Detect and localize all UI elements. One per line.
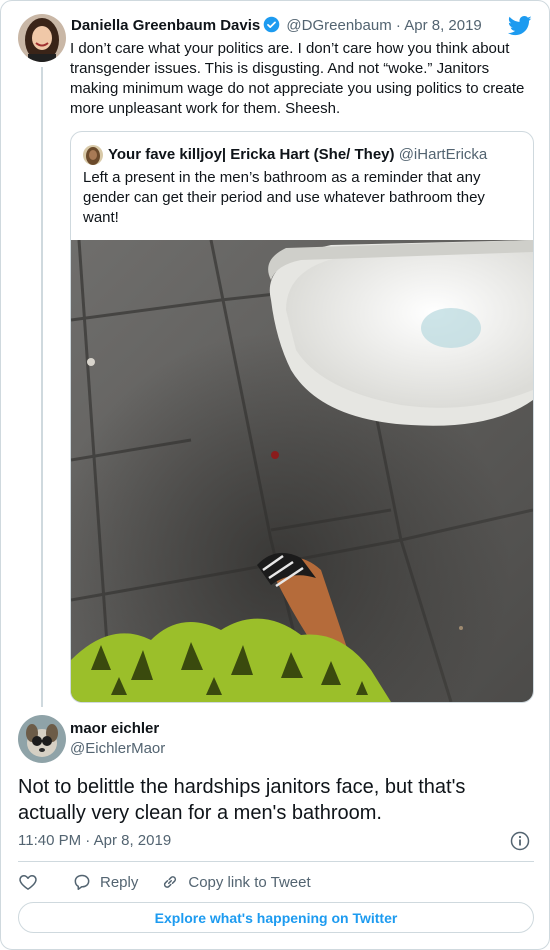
action-bar: Reply Copy link to Tweet: [18, 871, 311, 893]
explore-twitter-button[interactable]: Explore what's happening on Twitter: [18, 902, 534, 933]
link-icon: [164, 876, 177, 888]
parent-header: Daniella Greenbaum Davis @DGreenbaum · A…: [71, 16, 482, 36]
parent-author-handle[interactable]: @DGreenbaum: [286, 17, 391, 34]
parent-separator: ·: [395, 17, 401, 34]
like-button[interactable]: [18, 872, 38, 892]
reply-time: 11:40 PM: [18, 832, 82, 849]
reply-separator: ·: [85, 832, 91, 849]
reply-tweet-text: Not to belittle the hardships janitors f…: [18, 776, 466, 824]
embedded-tweet-card: Daniella Greenbaum Davis @DGreenbaum · A…: [0, 0, 550, 950]
reply-timestamp[interactable]: 11:40 PM · Apr 8, 2019: [18, 831, 171, 851]
parent-tweet-text: I don’t care what your politics are. I d…: [70, 40, 525, 117]
reply-label: Reply: [100, 873, 139, 891]
quote-tweet-text: Left a present in the men’s bathroom as …: [83, 169, 485, 226]
quote-header: Your fave killjoy| Ericka Hart (She/ The…: [108, 145, 487, 165]
reply-button[interactable]: Reply: [72, 872, 138, 892]
reply-author-name[interactable]: maor eichler: [70, 719, 159, 739]
quote-photo[interactable]: [71, 240, 533, 702]
heart-icon: [19, 875, 37, 890]
info-icon[interactable]: [510, 831, 530, 851]
reply-author-handle[interactable]: @EichlerMaor: [70, 739, 165, 759]
thread-line: [41, 67, 43, 707]
quote-author-name: Your fave killjoy| Ericka Hart (She/ The…: [108, 146, 395, 163]
quoted-tweet[interactable]: Your fave killjoy| Ericka Hart (She/ The…: [70, 131, 534, 703]
reply-avatar[interactable]: [18, 715, 66, 763]
verified-badge-icon: [263, 16, 280, 33]
quote-avatar: [83, 145, 103, 165]
parent-author-name[interactable]: Daniella Greenbaum Davis: [71, 17, 260, 34]
copy-link-label: Copy link to Tweet: [188, 873, 311, 891]
divider: [18, 861, 534, 862]
speech-bubble-icon: [74, 874, 90, 890]
twitter-bird-icon[interactable]: [508, 16, 532, 36]
copy-link-button[interactable]: Copy link to Tweet: [160, 872, 311, 892]
parent-avatar[interactable]: [18, 14, 66, 62]
parent-date[interactable]: Apr 8, 2019: [404, 17, 482, 34]
reply-date: Apr 8, 2019: [93, 832, 172, 849]
quote-author-handle: @iHartEricka: [398, 146, 488, 163]
